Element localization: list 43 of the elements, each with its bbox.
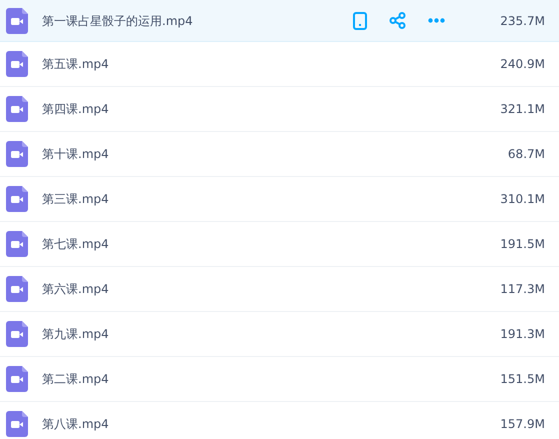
file-name: 第二课.mp4 (42, 371, 110, 388)
video-file-icon (6, 186, 28, 212)
file-row[interactable]: 第七课.mp4 191.5M (0, 222, 559, 267)
file-name: 第八课.mp4 (42, 416, 110, 433)
file-size: 68.7M (506, 146, 545, 163)
video-file-icon (6, 231, 28, 257)
share-icon[interactable] (389, 12, 406, 29)
file-size: 240.9M (499, 56, 545, 73)
file-size: 117.3M (499, 281, 545, 298)
file-size: 191.5M (499, 236, 545, 253)
file-row[interactable]: 第一课占星骰子的运用.mp4 235.7M (0, 0, 559, 42)
file-name: 第十课.mp4 (42, 146, 110, 163)
file-name: 第六课.mp4 (42, 281, 110, 298)
file-size: 321.1M (499, 101, 545, 118)
video-file-icon (6, 51, 28, 77)
video-file-icon (6, 141, 28, 167)
video-file-icon (6, 8, 28, 34)
file-row[interactable]: 第四课.mp4 321.1M (0, 87, 559, 132)
file-name: 第四课.mp4 (42, 101, 110, 118)
file-name: 第三课.mp4 (42, 191, 110, 208)
file-size: 235.7M (499, 12, 545, 30)
file-row[interactable]: 第十课.mp4 68.7M (0, 132, 559, 177)
file-row[interactable]: 第五课.mp4 240.9M (0, 42, 559, 87)
file-name: 第一课占星骰子的运用.mp4 (42, 12, 194, 30)
file-row[interactable]: 第九课.mp4 191.3M (0, 312, 559, 357)
file-size: 191.3M (499, 326, 545, 343)
file-name: 第九课.mp4 (42, 326, 110, 343)
more-icon[interactable] (428, 18, 445, 23)
video-file-icon (6, 366, 28, 392)
phone-icon[interactable] (353, 12, 367, 30)
file-name: 第五课.mp4 (42, 56, 110, 73)
video-file-icon (6, 96, 28, 122)
video-file-icon (6, 411, 28, 437)
file-row[interactable]: 第六课.mp4 117.3M (0, 267, 559, 312)
file-size: 157.9M (499, 416, 545, 433)
video-file-icon (6, 276, 28, 302)
file-row[interactable]: 第三课.mp4 310.1M (0, 177, 559, 222)
file-name: 第七课.mp4 (42, 236, 110, 253)
file-row[interactable]: 第八课.mp4 157.9M (0, 402, 559, 439)
file-size: 310.1M (499, 191, 545, 208)
file-row[interactable]: 第二课.mp4 151.5M (0, 357, 559, 402)
file-size: 151.5M (499, 371, 545, 388)
video-file-icon (6, 321, 28, 347)
